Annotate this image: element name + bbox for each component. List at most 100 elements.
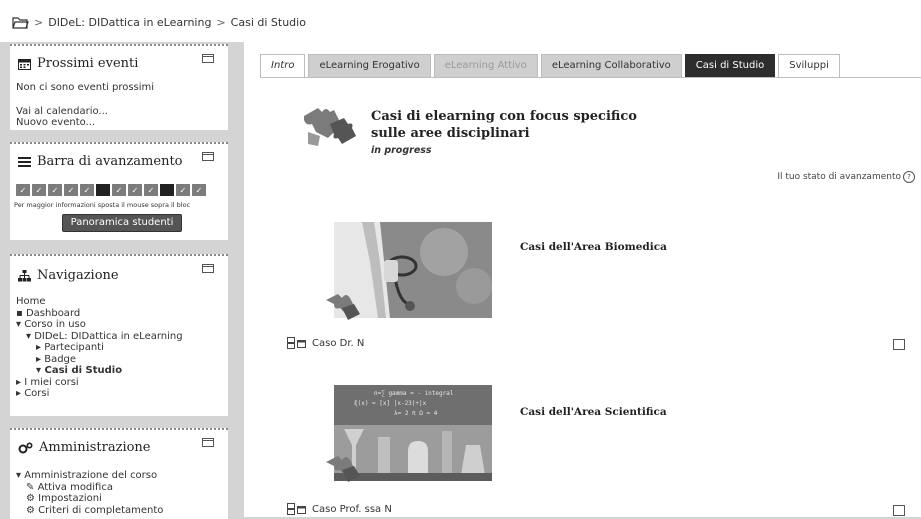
tab-sviluppi[interactable]: Sviluppi: [778, 54, 840, 78]
block-title: Prossimi eventi: [18, 56, 138, 71]
folder-icon[interactable]: [12, 16, 29, 29]
progress-status-label: Il tuo stato di avanzamento: [777, 172, 901, 182]
completion-checkbox[interactable]: [893, 339, 905, 350]
course-headline: Casi di elearning con focus specifico su…: [371, 108, 637, 142]
dock-block-icon[interactable]: [202, 152, 214, 161]
tab-elearning-collaborativo[interactable]: eLearning Collaborativo: [540, 54, 682, 78]
progress-block-title: Barra di avanzamento: [37, 154, 183, 169]
block-progress-bar: Barra di avanzamento ✓ ✓ ✓ ✓ ✓ ✓ ✓ ✓ ✓ ✓ Per magg…: [10, 142, 228, 240]
nav-item-label: DIDeL: DIDattica in eLearning: [34, 330, 183, 342]
breadcrumb-separator: >: [216, 16, 226, 29]
progress-cell[interactable]: ✓: [48, 184, 62, 196]
admin-item[interactable]: ⚙ Impostazioni: [16, 493, 163, 505]
nav-item-label: I miei corsi: [24, 376, 79, 388]
sitemap-icon: [18, 269, 31, 281]
progress-cell[interactable]: ✓: [64, 184, 78, 196]
nav-marker-icon: ▪: [16, 307, 26, 319]
dock-block-icon[interactable]: [202, 54, 214, 63]
puzzle-logo: [304, 108, 356, 146]
nav-item-label: Corso in uso: [24, 319, 86, 330]
nav-item[interactable]: ▾ DIDeL: DIDattica in eLearning: [16, 331, 183, 343]
breadcrumb-current[interactable]: Casi di Studio: [231, 16, 306, 29]
block-title: Navigazione: [18, 268, 119, 283]
tab-casi-di-studio[interactable]: Casi di Studio: [684, 54, 776, 78]
breadcrumb-course[interactable]: DIDeL: DIDattica in eLearning: [48, 16, 211, 29]
block-title: Barra di avanzamento: [18, 154, 183, 169]
progress-cell[interactable]: ✓: [128, 184, 142, 196]
activity-label[interactable]: Caso Prof. ssa N: [312, 504, 392, 515]
puzzle-icon: [326, 456, 360, 482]
activity-icon: [287, 337, 306, 349]
activity-biomedica[interactable]: Caso Dr. N: [287, 337, 364, 349]
activity-icon: [287, 503, 306, 515]
activity-scientifica[interactable]: Caso Prof. ssa N: [287, 503, 392, 515]
help-icon[interactable]: ?: [903, 171, 915, 183]
admin-marker-icon: ⚙: [26, 493, 39, 504]
nav-marker-icon: ▾: [16, 319, 25, 330]
navigation-title: Navigazione: [37, 268, 119, 283]
progress-cell[interactable]: ✓: [192, 184, 206, 196]
progress-hint: Per maggior informazioni sposta il mouse…: [14, 201, 191, 209]
progress-cell[interactable]: ✓: [32, 184, 46, 196]
progress-cell[interactable]: ✓: [176, 184, 190, 196]
course-status: in progress: [371, 145, 432, 156]
puzzle-icon: [326, 294, 360, 320]
admin-item[interactable]: ⚙ Criteri di completamento: [16, 505, 163, 517]
completion-checkbox[interactable]: [893, 505, 905, 516]
nav-marker-icon: ▾: [36, 365, 45, 376]
nav-item[interactable]: ▾ Corso in uso: [16, 319, 183, 331]
nav-item-label: Dashboard: [25, 307, 81, 319]
dock-block-icon[interactable]: [202, 264, 214, 273]
nav-item[interactable]: ▸ Badge: [16, 354, 183, 366]
list-icon: [18, 157, 31, 167]
progress-cell[interactable]: ✓: [16, 184, 30, 196]
student-overview-button[interactable]: Panoramica studenti: [62, 214, 182, 232]
navigation-tree: Home ▪ Dashboard ▾ Corso in uso ▾ DIDeL: DI…: [16, 296, 183, 400]
nav-marker-icon: ▾: [26, 330, 35, 342]
block-title: Amministrazione: [18, 440, 151, 455]
section-title-scientifica: Casi dell'Area Scientifica: [520, 406, 667, 418]
progress-cell[interactable]: ✓: [112, 184, 126, 196]
admin-item[interactable]: ✎ Attiva modifica: [16, 482, 163, 494]
admin-item-label: Attiva modifica: [37, 481, 113, 493]
new-event-link[interactable]: Nuovo evento...: [16, 117, 95, 128]
tab-elearning-attivo[interactable]: eLearning Attivo: [433, 54, 538, 78]
breadcrumb-separator: >: [34, 16, 44, 29]
admin-item-label: Criteri di completamento: [38, 504, 164, 516]
nav-item-label: Partecipanti: [44, 342, 104, 353]
activity-label[interactable]: Caso Dr. N: [312, 338, 364, 349]
dock-block-icon[interactable]: [202, 438, 214, 447]
nav-item[interactable]: ▪ Dashboard: [16, 308, 183, 320]
admin-item-label: Amministrazione del corso: [24, 470, 158, 481]
nav-marker-icon: ▸: [36, 342, 45, 353]
progress-cell[interactable]: [160, 184, 174, 196]
nav-item[interactable]: ▸ Partecipanti: [16, 342, 183, 354]
admin-item-label: Impostazioni: [38, 493, 102, 504]
progress-cell[interactable]: ✓: [80, 184, 94, 196]
breadcrumb: > DIDeL: DIDattica in eLearning > Casi d…: [12, 16, 306, 29]
top-bar: > DIDeL: DIDattica in eLearning > Casi d…: [0, 0, 921, 42]
admin-marker-icon: ✎: [26, 481, 38, 493]
block-upcoming-events: Prossimi eventi Non ci sono eventi pross…: [10, 44, 228, 130]
svg-text:ξ(x) = [x] |x-23|+|x: ξ(x) = [x] |x-23|+|x: [354, 400, 427, 407]
nav-item[interactable]: ▸ I miei corsi: [16, 377, 183, 389]
section-title-biomedica: Casi dell'Area Biomedica: [520, 241, 667, 253]
block-administration: Amministrazione ▾ Amministrazione del co…: [10, 428, 228, 519]
tab-elearning-erogativo[interactable]: eLearning Erogativo: [308, 54, 431, 78]
nav-item-label: Casi di Studio: [44, 365, 123, 376]
headline-line: Casi di elearning con focus specifico: [371, 109, 637, 124]
progress-cell[interactable]: [96, 184, 110, 196]
admin-marker-icon: ⚙: [26, 504, 39, 516]
nav-item[interactable]: ▸ Corsi: [16, 388, 183, 400]
nav-item[interactable]: Home: [16, 296, 183, 308]
calendar-link[interactable]: Vai al calendario...: [16, 106, 108, 117]
progress-cells[interactable]: ✓ ✓ ✓ ✓ ✓ ✓ ✓ ✓ ✓ ✓: [16, 184, 206, 196]
admin-item[interactable]: ▾ Amministrazione del corso: [16, 470, 163, 482]
block-navigation: Navigazione Home ▪ Dashboard ▾ Corso in us…: [10, 254, 228, 416]
nav-item-label: Corsi: [24, 388, 50, 399]
tab-intro[interactable]: Intro: [260, 54, 306, 78]
headline-line: sulle aree disciplinari: [371, 126, 530, 141]
nav-item[interactable]: ▾ Casi di Studio: [16, 365, 183, 377]
svg-text:λ= 2 π Ω = 4: λ= 2 π Ω = 4: [394, 410, 438, 417]
progress-cell[interactable]: ✓: [144, 184, 158, 196]
